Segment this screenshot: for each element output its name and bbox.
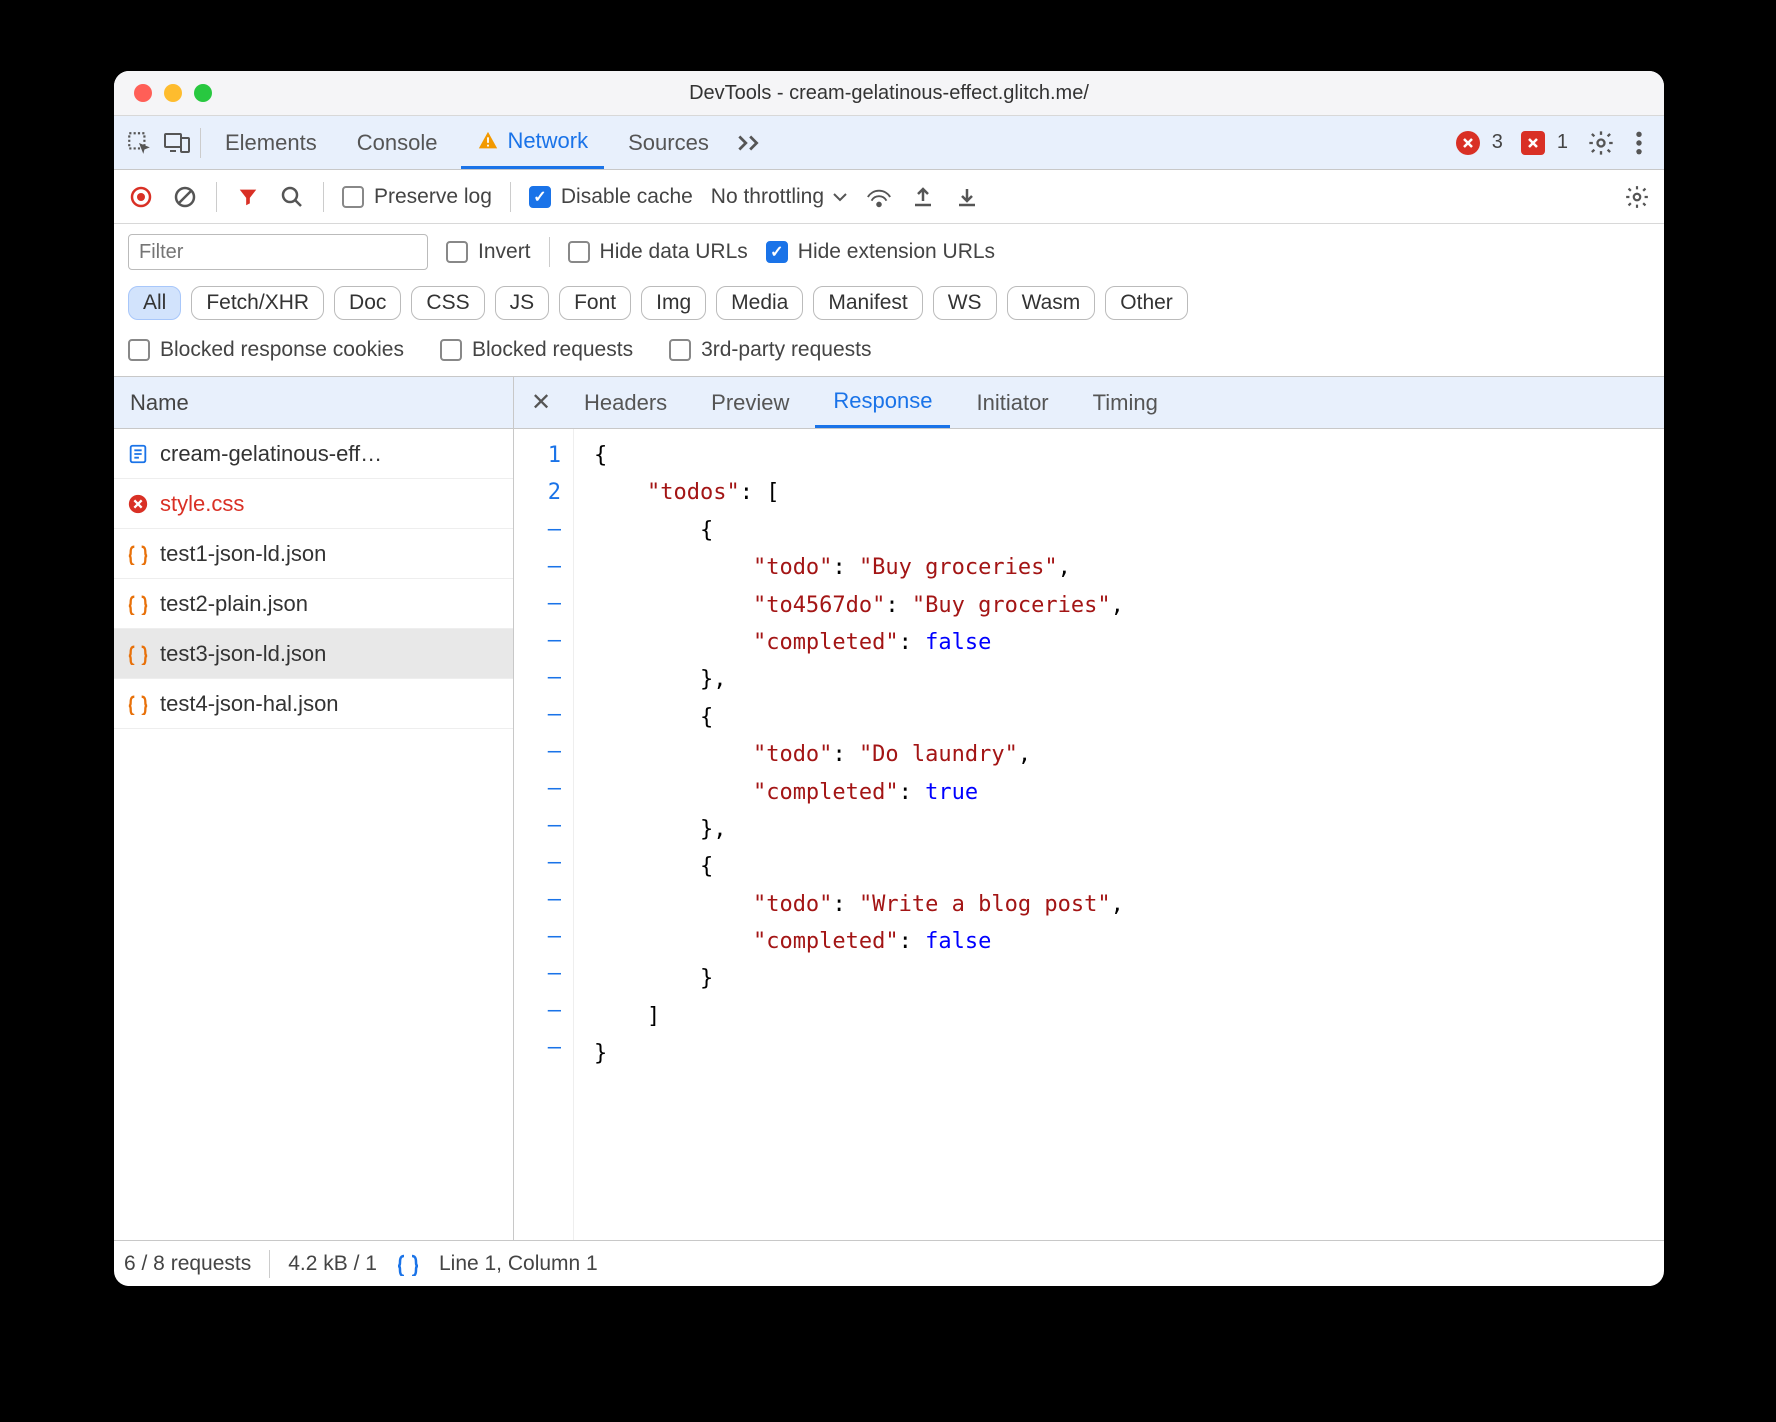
filter-input[interactable] [128, 234, 428, 270]
checkbox-icon [342, 186, 364, 208]
request-row[interactable]: test2-plain.json [114, 579, 513, 629]
issue-badge-icon[interactable] [1521, 131, 1545, 155]
checkbox-icon [440, 339, 462, 361]
request-row[interactable]: style.css [114, 479, 513, 529]
record-icon[interactable] [128, 184, 154, 210]
error-count: 3 [1492, 131, 1503, 154]
zoom-icon[interactable] [194, 84, 212, 102]
chip-manifest[interactable]: Manifest [813, 286, 922, 320]
document-icon [126, 442, 150, 466]
network-conditions-icon[interactable] [866, 184, 892, 210]
tab-network[interactable]: Network [461, 116, 604, 169]
filter-chips: All Fetch/XHR Doc CSS JS Font Img Media … [114, 280, 1664, 332]
checkbox-icon [128, 339, 150, 361]
inspect-icon[interactable] [124, 128, 154, 158]
panel-settings-icon[interactable] [1624, 184, 1650, 210]
chip-font[interactable]: Font [559, 286, 631, 320]
json-icon [126, 642, 150, 666]
tab-preview[interactable]: Preview [693, 377, 807, 428]
chip-media[interactable]: Media [716, 286, 803, 320]
invert-checkbox[interactable]: Invert [446, 240, 531, 264]
minimize-icon[interactable] [164, 84, 182, 102]
tab-timing[interactable]: Timing [1075, 377, 1176, 428]
json-icon [126, 542, 150, 566]
detail-tabs: ✕ Headers Preview Response Initiator Tim… [514, 377, 1664, 429]
chip-doc[interactable]: Doc [334, 286, 401, 320]
hide-data-urls-checkbox[interactable]: Hide data URLs [568, 240, 748, 264]
line-gutter: 12––––––––––––––– [514, 429, 574, 1240]
devtools-window: DevTools - cream-gelatinous-effect.glitc… [114, 71, 1664, 1286]
status-bar: 6 / 8 requests 4.2 kB / 1 Line 1, Column… [114, 1240, 1664, 1286]
transfer-size: 4.2 kB / 1 [288, 1252, 377, 1276]
titlebar: DevTools - cream-gelatinous-effect.glitc… [114, 71, 1664, 116]
chip-all[interactable]: All [128, 286, 181, 320]
chip-ws[interactable]: WS [933, 286, 997, 320]
requests-sidebar: Name cream-gelatinous-eff… style.css tes… [114, 377, 514, 1240]
clear-icon[interactable] [172, 184, 198, 210]
device-toggle-icon[interactable] [162, 128, 192, 158]
window-title: DevTools - cream-gelatinous-effect.glitc… [689, 82, 1089, 105]
settings-icon[interactable] [1586, 128, 1616, 158]
checkbox-icon [766, 241, 788, 263]
tab-console[interactable]: Console [341, 116, 454, 169]
detail-pane: ✕ Headers Preview Response Initiator Tim… [514, 377, 1664, 1240]
chip-css[interactable]: CSS [411, 286, 484, 320]
checkbox-icon [529, 186, 551, 208]
chip-js[interactable]: JS [495, 286, 550, 320]
download-icon[interactable] [954, 184, 980, 210]
json-icon [126, 592, 150, 616]
warning-icon [477, 130, 499, 152]
content-area: Name cream-gelatinous-eff… style.css tes… [114, 377, 1664, 1240]
checkbox-icon [669, 339, 691, 361]
disable-cache-checkbox[interactable]: Disable cache [529, 185, 693, 209]
network-toolbar: Preserve log Disable cache No throttling [114, 170, 1664, 224]
blocked-cookies-checkbox[interactable]: Blocked response cookies [128, 338, 404, 362]
third-party-checkbox[interactable]: 3rd-party requests [669, 338, 871, 362]
kebab-menu-icon[interactable] [1624, 128, 1654, 158]
chip-img[interactable]: Img [641, 286, 706, 320]
search-icon[interactable] [279, 184, 305, 210]
issue-count: 1 [1557, 131, 1568, 154]
error-badge-icon[interactable] [1456, 131, 1480, 155]
chip-other[interactable]: Other [1105, 286, 1188, 320]
request-row[interactable]: test4-json-hal.json [114, 679, 513, 729]
tab-elements[interactable]: Elements [209, 116, 333, 169]
filter-row-2: Blocked response cookies Blocked request… [114, 332, 1664, 377]
more-tabs-icon[interactable] [733, 128, 763, 158]
close-icon[interactable] [134, 84, 152, 102]
tab-headers[interactable]: Headers [566, 377, 685, 428]
request-list: cream-gelatinous-eff… style.css test1-js… [114, 429, 513, 1240]
window-controls [114, 84, 212, 102]
pretty-print-icon[interactable] [395, 1252, 421, 1276]
filter-row: Invert Hide data URLs Hide extension URL… [114, 224, 1664, 280]
filter-icon[interactable] [235, 184, 261, 210]
cursor-position: Line 1, Column 1 [439, 1252, 598, 1276]
panel-tabs: Elements Console Network Sources 3 1 [114, 116, 1664, 170]
close-icon[interactable]: ✕ [524, 386, 558, 420]
chip-wasm[interactable]: Wasm [1007, 286, 1096, 320]
json-icon [126, 692, 150, 716]
preserve-log-checkbox[interactable]: Preserve log [342, 185, 492, 209]
upload-icon[interactable] [910, 184, 936, 210]
hide-extension-urls-checkbox[interactable]: Hide extension URLs [766, 240, 995, 264]
checkbox-icon [568, 241, 590, 263]
code-content: { "todos": [ { "todo": "Buy groceries", … [574, 429, 1664, 1240]
tab-response[interactable]: Response [815, 377, 950, 428]
name-column-header[interactable]: Name [114, 377, 513, 429]
response-body[interactable]: 12––––––––––––––– { "todos": [ { "todo":… [514, 429, 1664, 1240]
tab-initiator[interactable]: Initiator [958, 377, 1066, 428]
tab-sources[interactable]: Sources [612, 116, 725, 169]
error-icon [126, 492, 150, 516]
request-row[interactable]: test3-json-ld.json [114, 629, 513, 679]
request-row[interactable]: cream-gelatinous-eff… [114, 429, 513, 479]
chevron-down-icon [832, 192, 848, 202]
requests-count: 6 / 8 requests [124, 1252, 251, 1276]
throttling-select[interactable]: No throttling [711, 185, 848, 209]
chip-fetch-xhr[interactable]: Fetch/XHR [191, 286, 324, 320]
request-row[interactable]: test1-json-ld.json [114, 529, 513, 579]
checkbox-icon [446, 241, 468, 263]
blocked-requests-checkbox[interactable]: Blocked requests [440, 338, 633, 362]
